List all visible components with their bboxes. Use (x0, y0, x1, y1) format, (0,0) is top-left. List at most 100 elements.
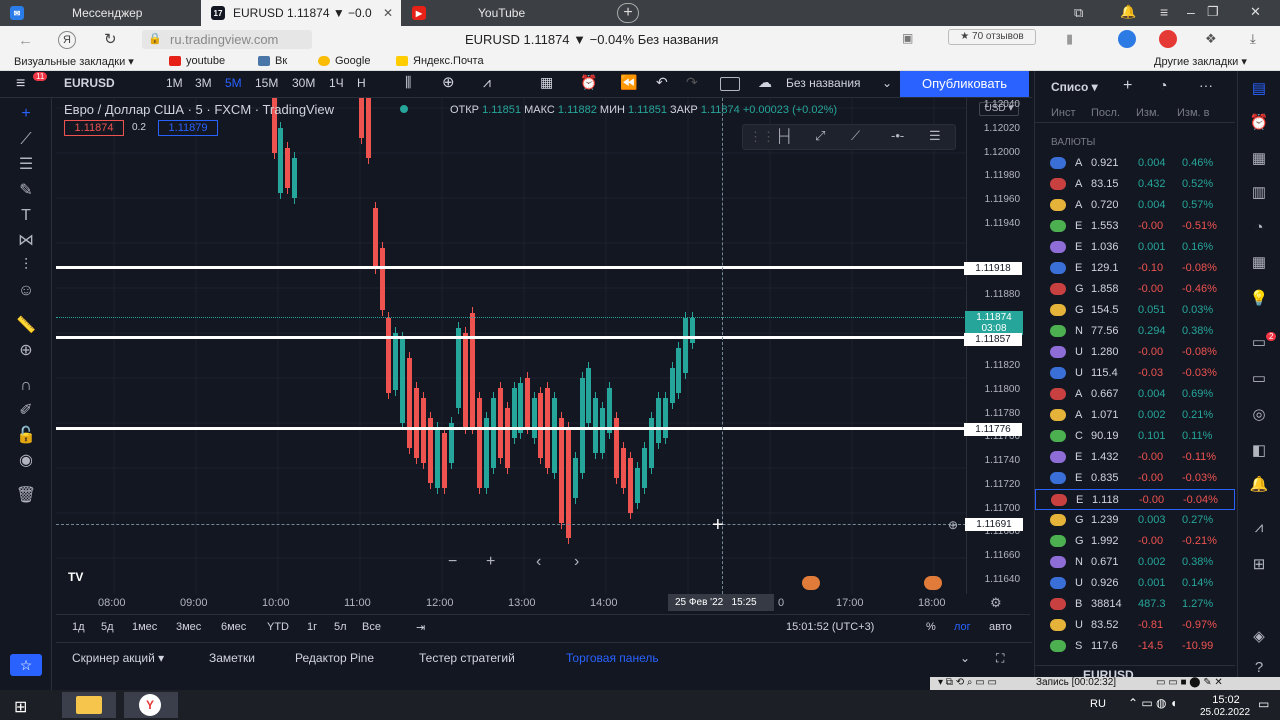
taskbar-date[interactable]: 25.02.2022 (1200, 707, 1250, 718)
profile-icon[interactable]: ▣ (902, 31, 913, 45)
column-header[interactable]: Изм. в (1177, 107, 1209, 119)
horizontal-ray-icon[interactable]: ├┤ (775, 128, 793, 143)
tab-trading-panel[interactable]: Торговая панель (566, 651, 659, 665)
close-icon[interactable]: ✕ (383, 6, 393, 20)
chevron-down-icon[interactable]: ⌄ (882, 76, 892, 90)
horizontal-line-icon[interactable]: -•- (891, 128, 904, 143)
back-icon[interactable]: ← (18, 32, 33, 49)
price-chart[interactable]: Евро / Доллар США · 5 · FXCM · TradingVi… (56, 98, 966, 594)
watchlist-row[interactable]: U 1.280 -0.00 -0.08% (1035, 342, 1235, 363)
cloud-icon[interactable]: ☁ (758, 74, 772, 91)
watchlist-row[interactable]: U 83.52 -0.81 -0.97% (1035, 615, 1235, 636)
window-close-icon[interactable]: ✕ (1250, 4, 1261, 20)
watchlist-row[interactable]: C 90.19 0.101 0.11% (1035, 426, 1235, 447)
bookmark-yandex-mail[interactable]: Яндекс.Почта (396, 55, 484, 67)
watchlist-row[interactable]: E 129.1 -0.10 -0.08% (1035, 258, 1235, 279)
recorder-tools-icon[interactable]: ▭ ▭ ■ ⬤ ✎ ✕ (1156, 677, 1223, 688)
eye-icon[interactable]: ◉ (13, 451, 39, 471)
column-header[interactable]: Посл. (1091, 107, 1120, 119)
tab-screener[interactable]: Скринер акций ▾ (72, 651, 164, 665)
extension-icon[interactable] (1118, 30, 1136, 48)
layout-name[interactable]: Без названия (786, 76, 861, 90)
watchlist-row[interactable]: U 115.4 -0.03 -0.03% (1035, 363, 1235, 384)
add-alert-icon[interactable]: ⊕ (948, 518, 958, 532)
scroll-left-button[interactable]: ‹ (536, 553, 541, 571)
history-icon[interactable]: ⊞ (1248, 555, 1270, 575)
redo-icon[interactable]: ↷ (686, 74, 698, 91)
range-ytd[interactable]: YTD (267, 621, 289, 633)
range-6m[interactable]: 6мес (221, 621, 246, 633)
notification-center-icon[interactable]: ▭ (1258, 697, 1269, 711)
ruler-icon[interactable]: 📏 (13, 316, 39, 336)
advanced-view-icon[interactable]: ◔ (1159, 77, 1167, 93)
magnet-icon[interactable]: ∩ (13, 376, 39, 396)
recorder-controls-icon[interactable]: ▾ ⧉ ⟲ ⌕ ▭ ▭ (938, 677, 997, 688)
data-window-icon[interactable]: ▥ (1248, 183, 1270, 203)
watchlist-row[interactable]: N 77.56 0.294 0.38% (1035, 321, 1235, 342)
zoom-in-button[interactable]: + (486, 553, 495, 571)
taskbar-yandex-browser[interactable]: Y (124, 692, 178, 718)
chart-type-icon[interactable]: ⫼ (405, 74, 411, 91)
reviews-button[interactable]: ★ 70 отзывов (948, 29, 1036, 45)
fullscreen-icon[interactable] (720, 77, 740, 91)
url-field[interactable]: 🔒 ru.tradingview.com (142, 30, 312, 49)
trendline-icon[interactable]: ⟋ (13, 130, 39, 150)
range-5d[interactable]: 5д (101, 621, 114, 633)
pattern-icon[interactable]: ⋈ (13, 231, 39, 251)
other-bookmarks[interactable]: Другие закладки ▾ (1154, 55, 1247, 68)
download-icon[interactable]: ⤓ (1250, 31, 1256, 47)
trash-icon[interactable]: 🗑 (13, 486, 39, 506)
fib-icon[interactable]: ☰ (13, 155, 39, 175)
watchlist-row[interactable]: G 1.239 0.003 0.27% (1035, 510, 1235, 531)
watchlist-row[interactable]: U 0.926 0.001 0.14% (1035, 573, 1235, 594)
watchlist-row[interactable]: G 1.858 -0.00 -0.46% (1035, 279, 1235, 300)
log-toggle[interactable]: лог (954, 621, 971, 633)
browser-tab-tradingview[interactable]: 17 EURUSD 1.11874 ▼ −0.0 ✕ (201, 0, 401, 26)
range-all[interactable]: Все (362, 621, 381, 633)
bell-icon[interactable]: 🔔 (1120, 4, 1136, 20)
menu-icon[interactable]: ≡ (1160, 4, 1168, 20)
browser-tab-youtube[interactable]: ▶ YouTube (402, 0, 602, 26)
horizontal-level-line[interactable] (56, 336, 966, 339)
lock-drawing-icon[interactable]: ✐ (13, 401, 39, 421)
add-symbol-icon[interactable]: + (1123, 77, 1132, 95)
symbol-search[interactable]: EURUSD (64, 76, 115, 90)
clock[interactable]: 15:01:52 (UTC+3) (786, 621, 874, 633)
text-icon[interactable]: T (13, 206, 39, 226)
watchlist-title[interactable]: Списо ▾ (1051, 80, 1098, 94)
interval-15m[interactable]: 15M (255, 76, 278, 90)
auto-toggle[interactable]: авто (989, 621, 1012, 633)
settings-icon[interactable]: ⚙ (990, 595, 1002, 611)
replay-icon[interactable]: ⏪ (620, 74, 637, 91)
taskbar-time[interactable]: 15:02 (1204, 694, 1248, 706)
watchlist-row[interactable]: E 1.118 -0.00 -0.04% (1035, 489, 1235, 510)
minimize-icon[interactable]: – (1187, 4, 1195, 20)
language-indicator[interactable]: RU (1090, 698, 1106, 710)
crosshair-icon[interactable]: + (13, 104, 39, 124)
indicators-icon[interactable]: ⩘ (483, 74, 491, 91)
notifications-icon[interactable]: 🔔 (1248, 475, 1270, 495)
hotlist-icon[interactable]: ◔ (1248, 219, 1270, 239)
parallel-channel-icon[interactable]: ☰ (929, 128, 941, 144)
range-5y[interactable]: 5л (334, 621, 347, 633)
reload-icon[interactable]: ↻ (104, 30, 117, 48)
new-tab-button[interactable]: + (617, 3, 639, 23)
goto-date-icon[interactable]: ⇥ (416, 621, 425, 634)
extensions-icon[interactable]: ❖ (1205, 31, 1217, 47)
windows-start-icon[interactable]: ⊞ (14, 697, 40, 716)
prediction-icon[interactable]: ⫶ (13, 256, 39, 276)
horizontal-level-line[interactable] (56, 427, 966, 430)
tab-strategy-tester[interactable]: Тестер стратегий (419, 651, 515, 665)
minimize-panel-icon[interactable]: ⌄ (960, 651, 970, 665)
help-icon[interactable]: ? (1248, 659, 1270, 679)
watchlist-row[interactable]: A 0.720 0.004 0.57% (1035, 195, 1235, 216)
bookmark-google[interactable]: Google (318, 55, 370, 67)
bookmark-visual[interactable]: Визуальные закладки ▾ (14, 55, 134, 68)
watchlist-row[interactable]: A 0.921 0.004 0.46% (1035, 153, 1235, 174)
column-header[interactable]: Инст (1051, 107, 1076, 119)
trendline-icon[interactable]: ⤢ (815, 128, 825, 144)
yandex-icon[interactable]: Я (58, 31, 76, 49)
watchlist-icon[interactable]: ▤ (1248, 79, 1270, 99)
tab-pine-editor[interactable]: Редактор Pine (295, 651, 374, 665)
watchlist-row[interactable]: N 0.671 0.002 0.38% (1035, 552, 1235, 573)
